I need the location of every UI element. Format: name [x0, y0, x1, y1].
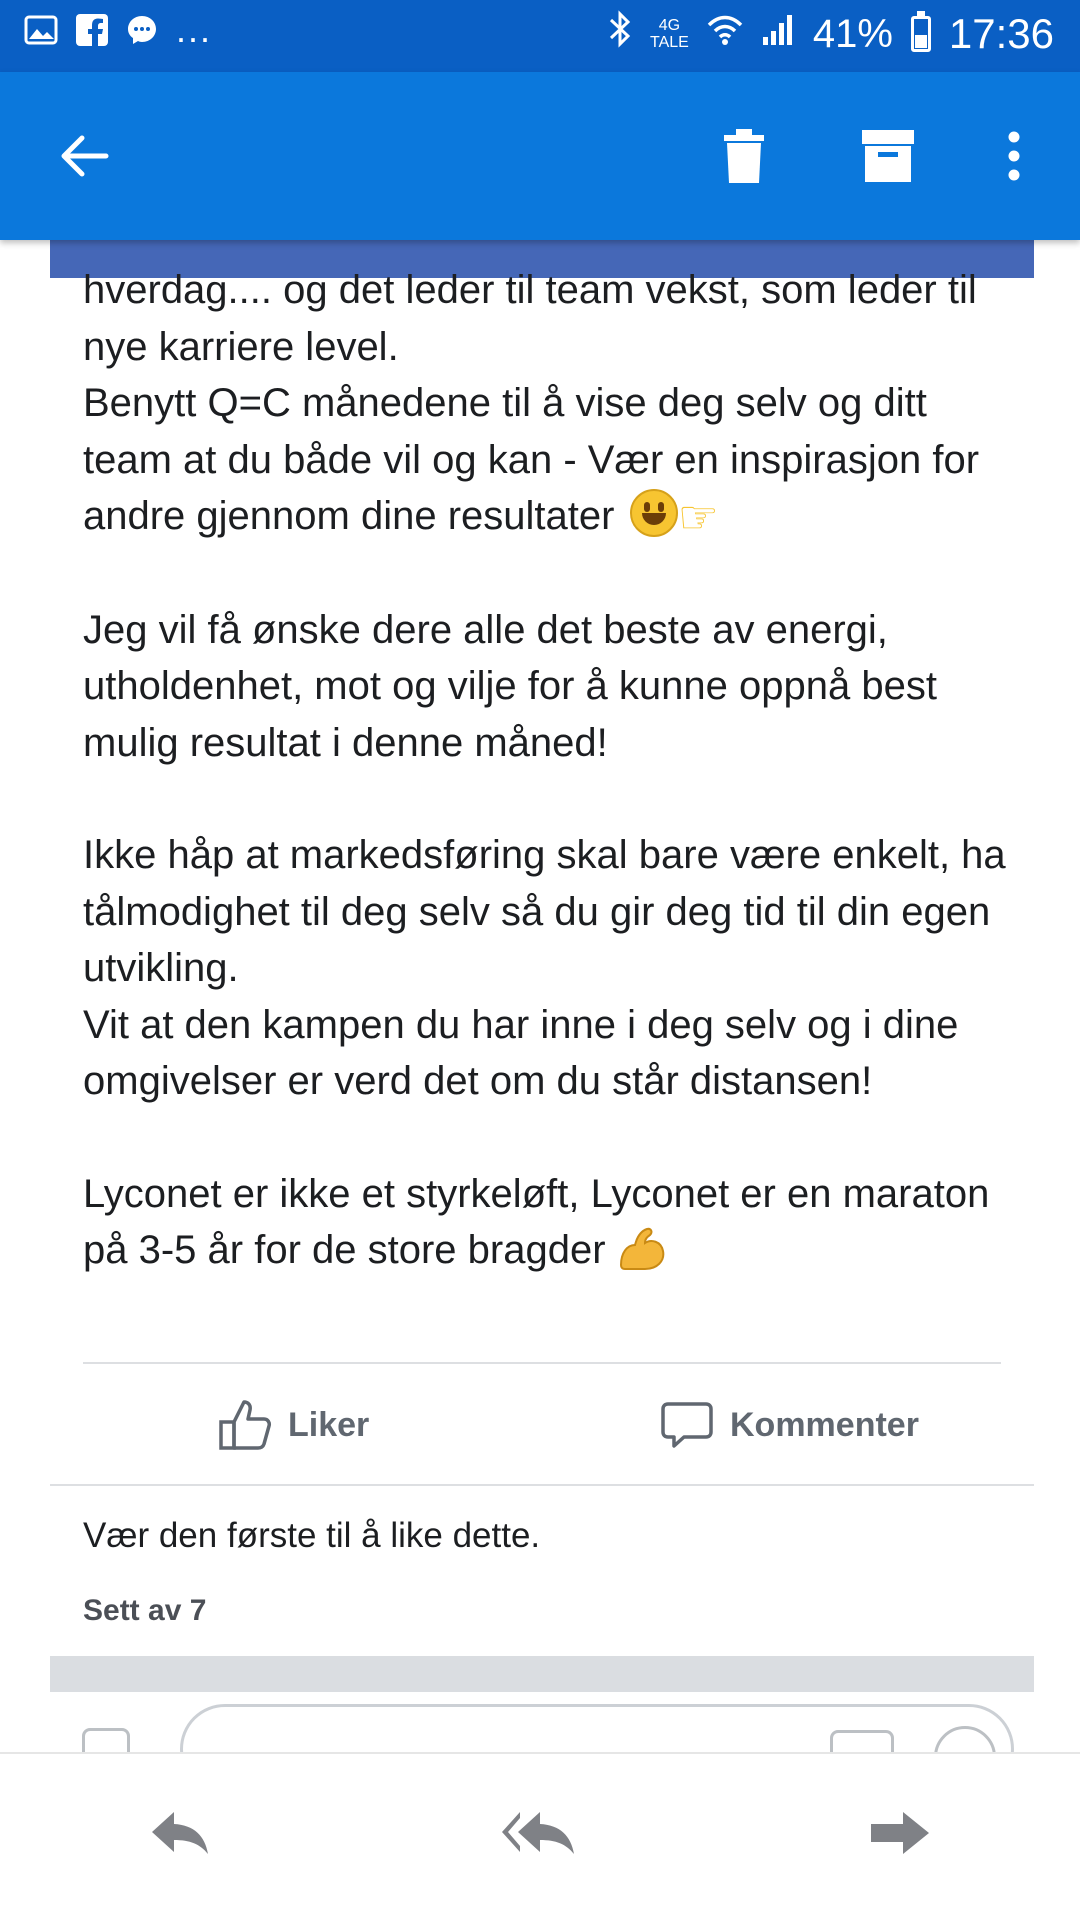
delete-button[interactable] [708, 120, 780, 192]
comment-composer [50, 1700, 1034, 1756]
app-bar [0, 72, 1080, 240]
reply-all-button[interactable] [495, 1798, 585, 1868]
post-body: hverdag.... og det leder til team vekst,… [83, 262, 1023, 1279]
signal-icon [761, 12, 795, 57]
more-vert-icon [1008, 131, 1020, 181]
network-type-4g: 4G [658, 17, 681, 34]
messenger-icon [126, 14, 158, 51]
system-indicators: 4G TALE 41% 17:36 [608, 10, 1054, 58]
reply-icon [152, 1812, 208, 1854]
delete-icon [724, 129, 764, 183]
like-label: Liker [288, 1405, 370, 1444]
archive-icon [862, 130, 914, 182]
flexed-biceps-icon [619, 1227, 664, 1270]
comment-icon [661, 1402, 713, 1448]
more-options-button[interactable] [978, 120, 1050, 192]
post-paragraph-3: Jeg vil få ønske dere alle det beste av … [83, 607, 937, 765]
post-blank-line [83, 771, 1023, 827]
post-blank-line [83, 546, 1023, 602]
post-paragraph-6: Lyconet er ikke et styrkeløft, Lyconet e… [83, 1166, 1023, 1279]
seen-by[interactable]: Sett av 7 [83, 1594, 206, 1628]
thumbs-right-icon: ☞ [677, 491, 719, 543]
reply-button[interactable] [135, 1798, 225, 1868]
forward-button[interactable] [855, 1798, 945, 1868]
bottom-action-bar [0, 1752, 1080, 1920]
gallery-icon [24, 15, 58, 50]
archive-button[interactable] [852, 120, 924, 192]
divider [50, 1484, 1034, 1486]
back-arrow-icon [61, 135, 109, 177]
post-blank-line [83, 1110, 1023, 1166]
like-button[interactable]: Liker [218, 1390, 369, 1460]
facebook-icon [76, 14, 108, 51]
bluetooth-icon [608, 10, 632, 58]
like-icon [219, 1400, 271, 1450]
divider [83, 1362, 1001, 1364]
status-bar: ... 4G TALE 41% 17:36 [0, 0, 1080, 72]
back-button[interactable] [48, 120, 120, 192]
battery-icon [910, 11, 931, 52]
post-paragraph-4: Ikke håp at markedsføring skal bare være… [83, 833, 1006, 990]
battery-percent: 41% [812, 11, 893, 56]
forward-icon [871, 1812, 929, 1854]
grinning-face-icon [629, 489, 678, 537]
reply-all-icon [502, 1812, 574, 1854]
comment-label: Kommenter [730, 1405, 919, 1444]
clock: 17:36 [948, 10, 1054, 57]
post-paragraph-2: Benytt Q=C månedene til å vise deg selv … [83, 375, 1023, 546]
network-type: 4G TALE [650, 17, 689, 51]
section-separator [50, 1656, 1034, 1692]
wifi-icon [707, 12, 743, 57]
notification-icons: ... [24, 9, 212, 51]
post-paragraph-5: Vit at den kampen du har inne i deg selv… [83, 1002, 959, 1104]
post-paragraph-6-text: Lyconet er ikke et styrkeløft, Lyconet e… [83, 1171, 990, 1273]
post-paragraph-1: hverdag.... og det leder til team vekst,… [83, 268, 977, 369]
network-type-tale: TALE [650, 34, 689, 51]
comment-button[interactable]: Kommenter [660, 1390, 919, 1460]
like-prompt: Vær den første til å like dette. [83, 1516, 541, 1555]
more-notifications: ... [176, 8, 213, 50]
post-paragraph-2-text: Benytt Q=C månedene til å vise deg selv … [83, 381, 980, 538]
